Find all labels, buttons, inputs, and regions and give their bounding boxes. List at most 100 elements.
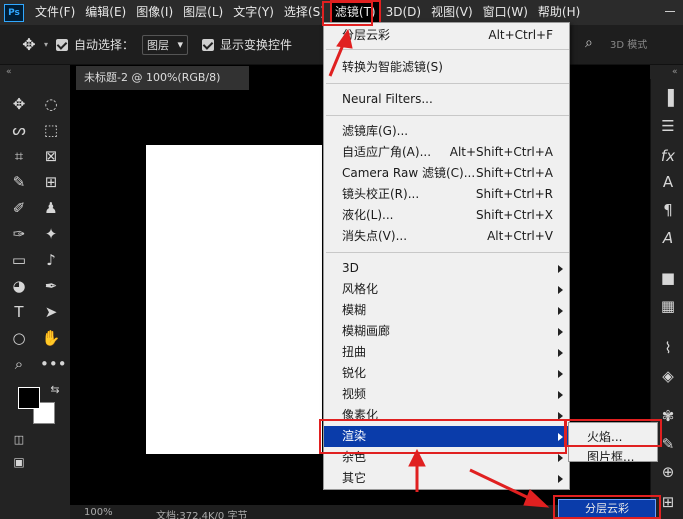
menu-item-3d[interactable]: 3D (324, 258, 569, 279)
menu-item-convert-smart-filter[interactable]: 转换为智能滤镜(S) (324, 57, 569, 78)
menu-separator (326, 252, 569, 253)
menu-image[interactable]: 图像(I) (131, 0, 178, 25)
annotation-box-filter-menu (322, 1, 373, 26)
auto-select-dropdown[interactable]: 图层 ▾ (142, 34, 189, 55)
menu-item-camera-raw[interactable]: Camera Raw 滤镜(C)... Shift+Ctrl+A (324, 163, 569, 184)
screen-mode-icon[interactable]: ▣ (8, 451, 30, 473)
paragraph-icon[interactable]: ¶ (657, 199, 679, 221)
minimize-icon[interactable] (665, 7, 675, 17)
submenu-arrow-icon (558, 454, 563, 462)
glyphs-icon[interactable]: A (657, 227, 679, 249)
document-canvas[interactable] (146, 145, 322, 454)
menu-item-clouds-last[interactable]: 分层云彩 Alt+Ctrl+F (324, 25, 569, 46)
brush-tool-icon[interactable]: ✐ (8, 197, 30, 219)
blur-tool-icon[interactable]: ♪ (40, 249, 62, 271)
move-tool-icon[interactable]: ✥ (8, 93, 30, 115)
frame-tool-icon[interactable]: ⊠ (40, 145, 62, 167)
document-title: 未标题-2 @ 100%(RGB/8) (84, 71, 221, 84)
menu-item-video[interactable]: 视频 (324, 384, 569, 405)
submenu-arrow-icon (558, 307, 563, 315)
properties-icon[interactable]: ▐ (657, 87, 679, 109)
tools-panel: ✥ ◌ ᔕ ⬚ ⌗ ⊠ ✎ ⊞ ✐ ♟ ✑ ✦ ▭ ♪ ◕ ✒ T ➤ ○ ✋ … (0, 79, 70, 519)
panel-collapse-strip[interactable]: « (650, 65, 683, 79)
menu-item-stylize[interactable]: 风格化 (324, 279, 569, 300)
menu-file[interactable]: 文件(F) (30, 0, 80, 25)
eyedropper-tool-icon[interactable]: ✎ (8, 171, 30, 193)
zoom-level[interactable]: 100% (84, 507, 113, 518)
submenu-arrow-icon (558, 349, 563, 357)
fx-icon[interactable]: fx (657, 145, 679, 167)
menu-item-blur[interactable]: 模糊 (324, 300, 569, 321)
object-select-icon[interactable]: ⬚ (40, 119, 62, 141)
annotation-box-submenu (564, 419, 662, 447)
marquee-tool-icon[interactable]: ◌ (40, 93, 62, 115)
toolbar-collapse-strip[interactable]: « (0, 65, 70, 79)
menu-item-neural-filters[interactable]: Neural Filters... (324, 89, 569, 110)
3d-mode-label: 3D 模式 (610, 40, 648, 51)
submenu-arrow-icon (558, 286, 563, 294)
ruler-tool-icon[interactable]: ⊞ (40, 171, 62, 193)
collapse-icon[interactable]: « (672, 67, 678, 77)
menu-item-blur-gallery[interactable]: 模糊画廊 (324, 321, 569, 342)
menu-item-adaptive-wide-angle[interactable]: 自适应广角(A)... Alt+Shift+Ctrl+A (324, 142, 569, 163)
shape-tool-icon[interactable]: ○ (8, 327, 30, 349)
photoshop-logo: Ps (4, 3, 24, 22)
menu-item-other[interactable]: 其它 (324, 468, 569, 489)
menu-layer[interactable]: 图层(L) (178, 0, 228, 25)
menu-item-liquify[interactable]: 液化(L)... Shift+Ctrl+X (324, 205, 569, 226)
swap-colors-icon[interactable]: ⇆ (44, 379, 66, 401)
submenu-arrow-icon (558, 328, 563, 336)
annotation-box-render (319, 419, 567, 454)
channels-icon[interactable]: ◈ (657, 365, 679, 387)
submenu-arrow-icon (558, 391, 563, 399)
stamp-tool-icon[interactable]: ♟ (40, 197, 62, 219)
menu-separator (326, 115, 569, 116)
history-brush-icon[interactable]: ✑ (8, 223, 30, 245)
submenu-arrow-icon (558, 370, 563, 378)
auto-select-label: 自动选择： (74, 38, 135, 52)
swatches-icon[interactable]: ▦ (657, 295, 679, 317)
gradient-tool-icon[interactable]: ▭ (8, 249, 30, 271)
color-icon[interactable]: ■ (657, 267, 679, 289)
auto-select-value: 图层 (147, 38, 170, 52)
submenu-arrow-icon (558, 265, 563, 273)
dodge-tool-icon[interactable]: ◕ (8, 275, 30, 297)
menu-item-distort[interactable]: 扭曲 (324, 342, 569, 363)
adjustments-icon[interactable]: ☰ (657, 115, 679, 137)
type-tool-icon[interactable]: T (8, 301, 30, 323)
menu-item-lens-correction[interactable]: 镜头校正(R)... Shift+Ctrl+R (324, 184, 569, 205)
doc-size-status: 文档:372.4K/0 字节 (156, 511, 248, 519)
pen-tool-icon[interactable]: ✒ (40, 275, 62, 297)
submenu-arrow-icon (558, 475, 563, 483)
search-icon[interactable]: ⌕ (585, 35, 593, 51)
quick-mask-icon[interactable]: ◫ (8, 429, 30, 451)
lasso-tool-icon[interactable]: ᔕ (8, 119, 30, 141)
document-tab[interactable]: 未标题-2 @ 100%(RGB/8) (76, 66, 249, 90)
zoom-tool-icon[interactable]: ⌕ (8, 353, 30, 375)
submenu-item-picture-frame[interactable]: 图片框... (569, 447, 657, 461)
menu-item-vanishing-point[interactable]: 消失点(V)... Alt+Ctrl+V (324, 226, 569, 247)
menu-separator (326, 83, 569, 84)
menu-type[interactable]: 文字(Y) (228, 0, 279, 25)
more-tools-icon[interactable]: ••• (40, 353, 67, 375)
chevron-down-icon: ▾ (177, 38, 184, 51)
move-tool-icon[interactable]: ✥ (14, 35, 44, 54)
path-select-icon[interactable]: ➤ (40, 301, 62, 323)
menu-item-filter-gallery[interactable]: 滤镜库(G)... (324, 121, 569, 142)
annotation-box-result (553, 495, 661, 519)
chevron-down-icon[interactable]: ▾ (44, 40, 48, 49)
show-transform-checkbox[interactable] (202, 38, 215, 51)
crop-tool-icon[interactable]: ⌗ (8, 145, 30, 167)
hand-tool-icon[interactable]: ✋ (40, 327, 62, 349)
paths-icon[interactable]: ⌇ (657, 337, 679, 359)
menu-item-sharpen[interactable]: 锐化 (324, 363, 569, 384)
character-icon[interactable]: A (657, 171, 679, 193)
menu-edit[interactable]: 编辑(E) (80, 0, 131, 25)
styles-icon[interactable]: ⊕ (657, 461, 679, 483)
collapse-icon[interactable]: « (6, 67, 12, 77)
eraser-tool-icon[interactable]: ✦ (40, 223, 62, 245)
show-transform-label: 显示变换控件 (220, 38, 293, 52)
auto-select-checkbox[interactable] (56, 38, 69, 51)
foreground-color-swatch[interactable] (18, 387, 40, 409)
menu-separator (326, 49, 569, 50)
